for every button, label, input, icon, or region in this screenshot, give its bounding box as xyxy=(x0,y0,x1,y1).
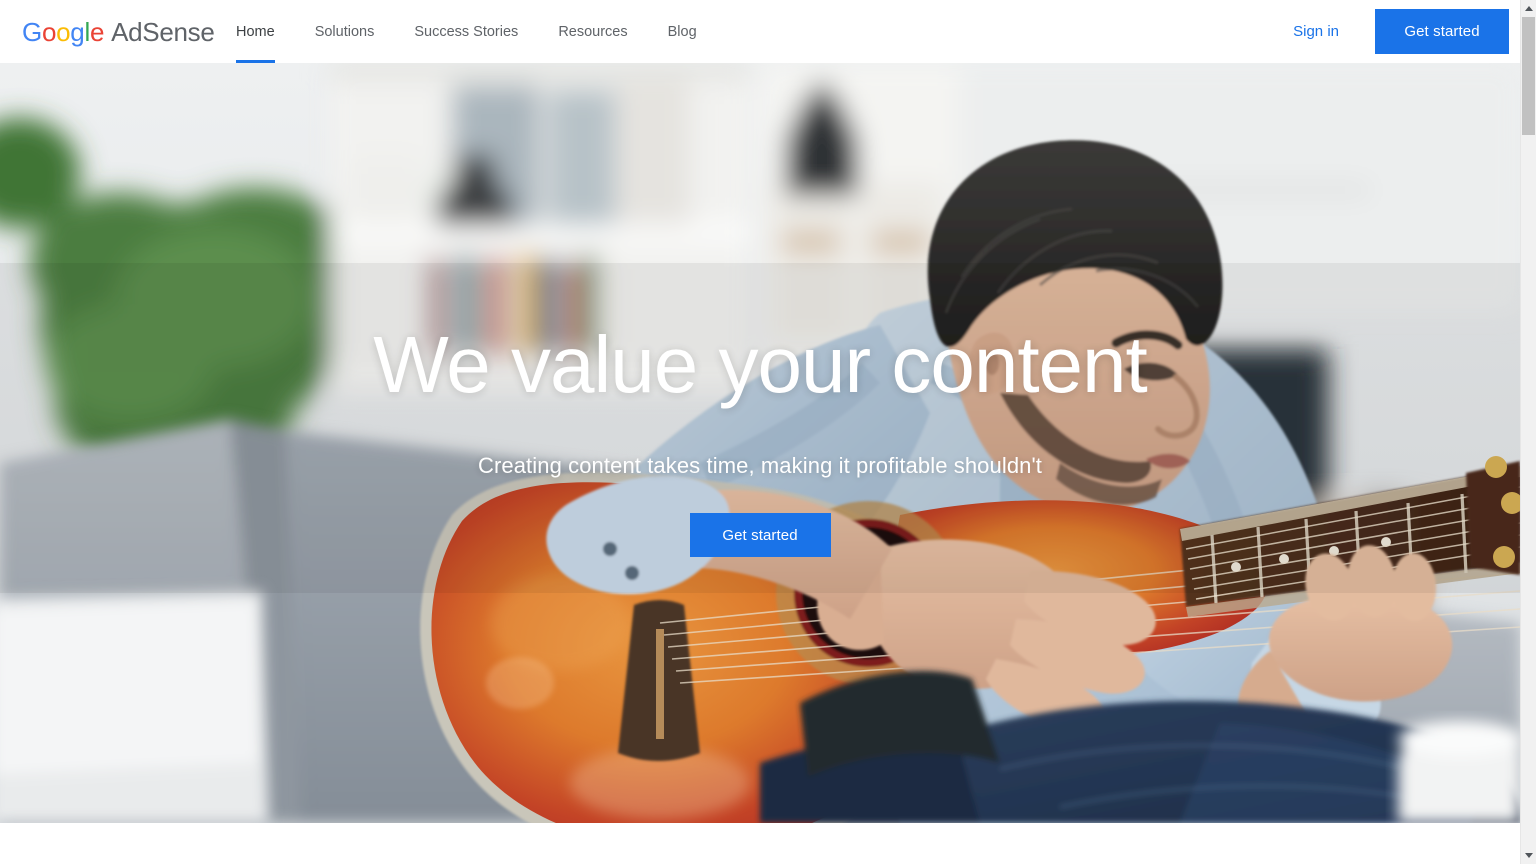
nav-item-resources[interactable]: Resources xyxy=(558,0,627,63)
scrollbar-track[interactable] xyxy=(1521,17,1536,847)
hero-cta-wrapper: Get started xyxy=(0,513,1520,557)
browser-page: Google AdSense Home Solutions Success Sto… xyxy=(0,0,1536,864)
nav-item-success-stories[interactable]: Success Stories xyxy=(414,0,518,63)
hero-get-started-button[interactable]: Get started xyxy=(689,513,831,557)
logo-product-name: AdSense xyxy=(111,17,215,47)
sign-in-link[interactable]: Sign in xyxy=(1293,23,1339,40)
hero-section: We value your content Creating content t… xyxy=(0,63,1520,823)
nav-item-solutions[interactable]: Solutions xyxy=(315,0,375,63)
logo-letter-g-blue-2: g xyxy=(70,17,85,47)
site-header: Google AdSense Home Solutions Success Sto… xyxy=(0,0,1520,63)
vertical-scrollbar[interactable] xyxy=(1520,0,1536,864)
logo-letter-o-yellow: o xyxy=(56,17,71,47)
logo-letter-e-red: e xyxy=(89,17,105,47)
below-fold-area xyxy=(0,823,1520,864)
scroll-up-arrow-icon[interactable] xyxy=(1521,0,1536,17)
primary-navigation: Home Solutions Success Stories Resources… xyxy=(236,0,697,63)
triangle-up-icon xyxy=(1524,6,1533,11)
logo-letter-o-red: o xyxy=(41,17,57,47)
nav-item-home[interactable]: Home xyxy=(236,0,275,63)
page-viewport: Google AdSense Home Solutions Success Sto… xyxy=(0,0,1520,864)
triangle-down-icon xyxy=(1524,853,1533,858)
hero-photo xyxy=(0,63,1520,823)
scroll-down-arrow-icon[interactable] xyxy=(1521,847,1536,864)
logo-letter-g-blue: G xyxy=(22,17,42,47)
google-adsense-logo[interactable]: Google AdSense xyxy=(22,18,215,46)
header-actions: Sign in Get started xyxy=(1293,0,1509,63)
nav-item-blog[interactable]: Blog xyxy=(668,0,697,63)
scrollbar-thumb[interactable] xyxy=(1522,17,1535,135)
header-get-started-button[interactable]: Get started xyxy=(1375,9,1509,54)
